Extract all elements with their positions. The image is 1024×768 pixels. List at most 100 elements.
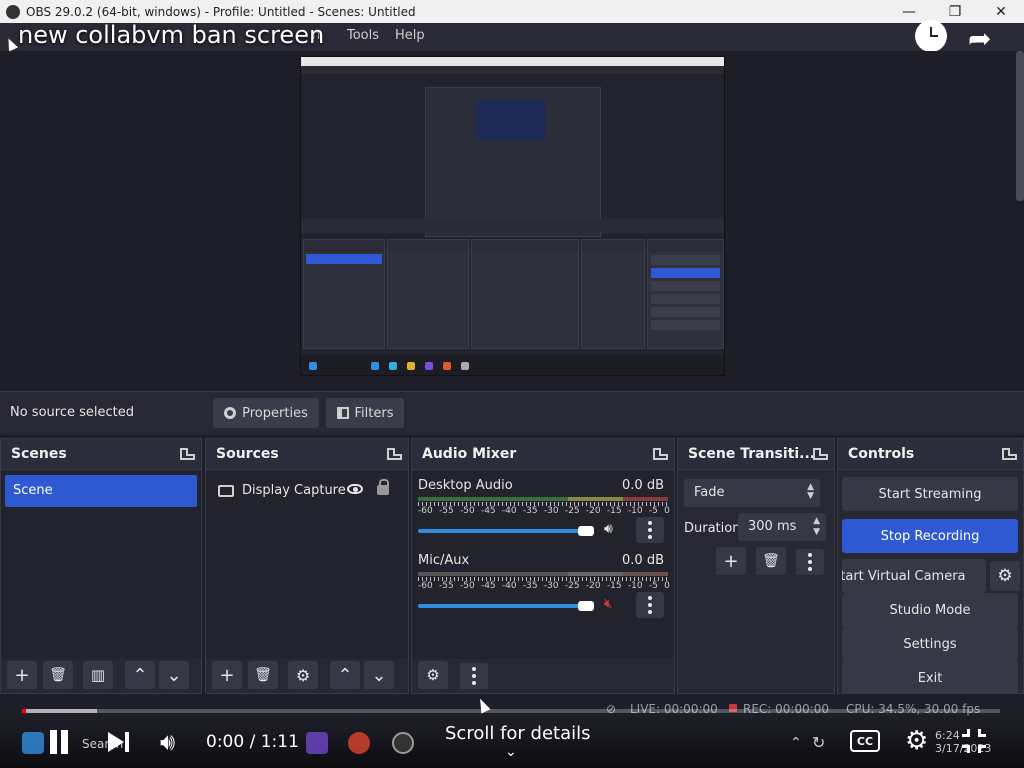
nested-taskbar-icon <box>371 362 379 370</box>
add-source-button[interactable]: + <box>212 661 242 689</box>
start-virtual-camera-button[interactable]: Start Virtual Camera <box>842 559 986 593</box>
captions-button[interactable]: CC <box>850 730 880 752</box>
watch-later-icon[interactable] <box>915 20 947 52</box>
mic-aux-name: Mic/Aux <box>418 553 470 568</box>
video-progress-bar[interactable] <box>22 709 1000 713</box>
sources-header: Sources <box>206 439 408 470</box>
scale-label: -35 <box>522 506 538 516</box>
properties-button[interactable]: Properties <box>213 398 319 428</box>
scenes-list: Scene <box>1 471 201 661</box>
settings-button[interactable]: Settings <box>842 627 1018 661</box>
scene-transitions-body: Fade ▲ ▼ Duration 300 ms ▲ ▼ + 🗑 <box>678 471 834 661</box>
transition-select[interactable]: Fade ▲ ▼ <box>684 479 820 507</box>
undock-icon[interactable] <box>1002 448 1017 460</box>
undock-icon[interactable] <box>653 448 668 460</box>
visual-studio-icon <box>306 732 328 754</box>
mic-aux-volume-handle[interactable] <box>578 601 594 611</box>
controls-title: Controls <box>848 446 915 462</box>
scenes-toolbar: + 🗑 ▥ ⌃ ⌄ <box>1 659 201 693</box>
add-transition-button[interactable]: + <box>716 547 746 575</box>
studio-mode-button[interactable]: Studio Mode <box>842 593 1018 627</box>
video-played-bar[interactable] <box>22 709 26 713</box>
scale-label: -20 <box>585 581 601 591</box>
clock-time: 6:24 <box>935 729 960 742</box>
windows-start-icon <box>22 732 44 754</box>
audio-mixer-menu-button[interactable] <box>460 663 488 689</box>
volume-icon[interactable]: 🔊︎ <box>160 728 175 756</box>
source-properties-button[interactable]: ⚙ <box>288 661 318 689</box>
virtual-camera-gear-icon[interactable]: ⚙ <box>990 561 1020 591</box>
mic-aux-scale: -60 -55 -50 -45 -40 -35 -30 -25 -20 -15 … <box>418 581 670 591</box>
remove-transition-button[interactable]: 🗑 <box>756 547 786 575</box>
next-video-button[interactable] <box>108 732 134 752</box>
desktop-audio-menu-button[interactable] <box>636 517 664 543</box>
nested-taskbar-icon <box>407 362 415 370</box>
eye-icon[interactable] <box>347 484 363 494</box>
minimize-button[interactable]: — <box>886 0 932 23</box>
desktop-audio-volume-slider[interactable] <box>418 529 594 533</box>
scale-label: -30 <box>543 506 559 516</box>
desktop-audio-volume-handle[interactable] <box>578 526 594 536</box>
scale-label: -55 <box>438 581 454 591</box>
nested-start-icon <box>309 362 317 370</box>
move-scene-down-button[interactable]: ⌄ <box>159 661 189 689</box>
start-streaming-button[interactable]: Start Streaming <box>842 477 1018 511</box>
desktop-audio-scale: -60 -55 -50 -45 -40 -35 -30 -25 -20 -15 … <box>418 506 670 516</box>
move-scene-up-button[interactable]: ⌃ <box>125 661 155 689</box>
filters-button[interactable]: Filters <box>326 398 404 428</box>
menu-item-tools[interactable]: Tools <box>347 28 379 43</box>
close-button[interactable]: ✕ <box>978 0 1024 23</box>
settings-gear-icon[interactable]: ⚙ <box>905 726 928 756</box>
move-source-down-button[interactable]: ⌄ <box>364 661 394 689</box>
nested-controls-header <box>648 240 723 252</box>
remove-scene-button[interactable]: 🗑 <box>43 661 73 689</box>
obs-app-icon <box>6 4 20 19</box>
undock-icon[interactable] <box>180 448 195 460</box>
no-source-label: No source selected <box>10 405 134 420</box>
preview-scrollbar[interactable] <box>1016 51 1024 201</box>
properties-bar: No source selected Properties Filters <box>0 391 1024 435</box>
nested-sources-header <box>388 240 468 252</box>
scene-filters-button[interactable]: ▥ <box>83 661 113 689</box>
source-item[interactable]: Display Capture <box>218 483 346 498</box>
scale-label: -60 <box>418 581 433 591</box>
menu-item-help[interactable]: Help <box>395 28 425 43</box>
time-display: 0:00 / 1:11 <box>206 732 299 752</box>
lock-icon[interactable] <box>377 479 389 495</box>
exit-button[interactable]: Exit <box>842 661 1018 695</box>
duration-input[interactable]: 300 ms ▲ ▼ <box>738 513 826 541</box>
speaker-icon[interactable]: 🔊︎ <box>604 521 613 537</box>
scene-item[interactable]: Scene <box>5 475 197 507</box>
muted-speaker-icon[interactable]: 🔇︎ <box>604 596 613 612</box>
remove-source-button[interactable]: 🗑 <box>248 661 278 689</box>
pause-button[interactable] <box>48 730 70 754</box>
add-scene-button[interactable]: + <box>7 661 37 689</box>
stop-recording-button[interactable]: Stop Recording <box>842 519 1018 553</box>
source-label: Display Capture <box>242 483 346 498</box>
video-title[interactable]: new collabvm ban screen <box>18 21 324 49</box>
scroll-for-details[interactable]: Scroll for details <box>445 723 591 744</box>
nested-taskbar-icon <box>425 362 433 370</box>
scale-label: -50 <box>459 506 475 516</box>
audio-mixer-header: Audio Mixer <box>412 439 674 470</box>
mic-aux-menu-button[interactable] <box>636 592 664 618</box>
scale-label: -30 <box>543 581 559 591</box>
scale-label: -5 <box>648 506 658 516</box>
move-source-up-button[interactable]: ⌃ <box>330 661 360 689</box>
mic-aux-volume-slider[interactable] <box>418 604 594 608</box>
spin-arrows-icon[interactable]: ▲ ▼ <box>813 516 820 538</box>
nested-ctrl-btn <box>651 255 720 265</box>
undock-icon[interactable] <box>813 448 828 460</box>
undock-icon[interactable] <box>387 448 402 460</box>
advanced-audio-gear-icon[interactable]: ⚙ <box>418 661 448 689</box>
nested-preview-screen <box>300 56 725 376</box>
scale-label: -5 <box>648 581 658 591</box>
nested-ctrl-btn <box>651 294 720 304</box>
transition-menu-button[interactable] <box>796 549 824 575</box>
start-virtual-camera-label: Start Virtual Camera <box>842 568 966 584</box>
chevron-down-icon[interactable]: ⌄ <box>505 744 517 760</box>
sources-list: Display Capture <box>206 471 408 661</box>
restore-button[interactable]: ❐ <box>932 0 978 23</box>
scale-label: -10 <box>627 581 643 591</box>
fullscreen-icon[interactable] <box>962 729 986 753</box>
